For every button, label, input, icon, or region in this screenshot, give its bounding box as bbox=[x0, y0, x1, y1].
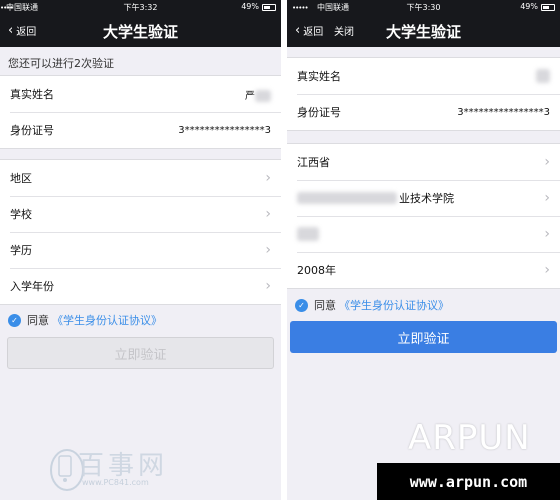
remaining-attempts-hint: 您还可以进行2次验证 bbox=[0, 47, 281, 75]
region-value: 江西省 bbox=[297, 156, 330, 169]
nav-bar: ‹ 返回 关闭 大学生验证 bbox=[287, 14, 560, 47]
degree-row[interactable]: › bbox=[287, 216, 560, 252]
status-bar: 中国联通 •••• 下午3:32 49% bbox=[0, 0, 281, 14]
chevron-right-icon: › bbox=[265, 242, 271, 258]
left-phone-screen: 中国联通 •••• 下午3:32 49% ‹ 返回 大学生验证 您还可以进行2次… bbox=[0, 0, 281, 500]
agree-label: 同意 bbox=[314, 299, 336, 312]
agreement-row: ✓ 同意 《学生身份认证协议》 bbox=[0, 305, 281, 335]
region-row[interactable]: 江西省 › bbox=[287, 144, 560, 180]
id-number-label: 身份证号 bbox=[10, 124, 54, 137]
region-label: 地区 bbox=[10, 172, 32, 185]
school-row[interactable]: 业技术学院 › bbox=[287, 180, 560, 216]
checkmark-icon[interactable]: ✓ bbox=[295, 298, 308, 312]
chevron-right-icon: › bbox=[544, 226, 550, 242]
enrollment-year-value: 2008年 bbox=[297, 264, 336, 277]
school-value: 业技术学院 bbox=[399, 192, 454, 205]
id-number-value: 3****************3 bbox=[178, 124, 271, 136]
education-group: 地区 › 学校 › 学历 › 入学年份 › bbox=[0, 159, 281, 305]
battery-icon bbox=[262, 4, 276, 11]
chevron-right-icon: › bbox=[544, 262, 550, 278]
page-title: 大学生验证 bbox=[102, 23, 178, 41]
name-label: 真实姓名 bbox=[297, 70, 341, 83]
battery-percent: 49% bbox=[241, 2, 259, 11]
agreement-link[interactable]: 《学生身份认证协议》 bbox=[339, 297, 449, 313]
redacted-text bbox=[297, 192, 397, 204]
name-row: 真实姓名 严 bbox=[0, 76, 281, 112]
name-label: 真实姓名 bbox=[10, 88, 54, 101]
chevron-right-icon: › bbox=[265, 278, 271, 294]
enrollment-year-row[interactable]: 2008年 › bbox=[287, 252, 560, 288]
enrollment-year-row[interactable]: 入学年份 › bbox=[0, 268, 281, 304]
name-value bbox=[536, 69, 550, 83]
nav-bar: ‹ 返回 大学生验证 bbox=[0, 14, 281, 47]
chevron-right-icon: › bbox=[544, 154, 550, 170]
arpun-watermark: ARPUN bbox=[408, 418, 531, 458]
school-label: 学校 bbox=[10, 208, 32, 221]
submit-button[interactable]: 立即验证 bbox=[290, 321, 557, 353]
name-value: 严 bbox=[245, 87, 271, 102]
id-number-label: 身份证号 bbox=[297, 106, 341, 119]
identity-group: 真实姓名 身份证号 3****************3 bbox=[287, 57, 560, 131]
submit-button[interactable]: 立即验证 bbox=[7, 337, 274, 369]
baishi-url: www.PC841.com bbox=[82, 478, 149, 487]
status-time: 下午3:32 bbox=[123, 3, 158, 12]
name-row: 真实姓名 bbox=[287, 58, 560, 94]
identity-group: 真实姓名 严 身份证号 3****************3 bbox=[0, 75, 281, 149]
id-number-value: 3****************3 bbox=[457, 106, 550, 118]
redacted-text bbox=[297, 227, 319, 241]
region-row[interactable]: 地区 › bbox=[0, 160, 281, 196]
degree-label: 学历 bbox=[10, 244, 32, 257]
enrollment-year-label: 入学年份 bbox=[10, 280, 54, 293]
chevron-right-icon: › bbox=[544, 190, 550, 206]
status-time: 下午3:30 bbox=[406, 3, 441, 12]
agreement-row: ✓ 同意 《学生身份认证协议》 bbox=[287, 289, 560, 321]
id-number-row: 身份证号 3****************3 bbox=[287, 94, 560, 130]
agree-label: 同意 bbox=[27, 314, 49, 327]
chevron-right-icon: › bbox=[265, 206, 271, 222]
page-title: 大学生验证 bbox=[385, 23, 461, 41]
agreement-link[interactable]: 《学生身份认证协议》 bbox=[52, 312, 162, 328]
battery-icon bbox=[541, 4, 555, 11]
checkmark-icon[interactable]: ✓ bbox=[8, 313, 21, 327]
battery-percent: 49% bbox=[520, 2, 538, 11]
id-number-row: 身份证号 3****************3 bbox=[0, 112, 281, 148]
arpun-url-banner: www.arpun.com bbox=[377, 463, 560, 500]
school-row[interactable]: 学校 › bbox=[0, 196, 281, 232]
status-bar: 中国联通 ••••• 下午3:30 49% bbox=[287, 0, 560, 14]
chevron-right-icon: › bbox=[265, 170, 271, 186]
baishi-logo-text: 百事网 bbox=[78, 451, 169, 481]
degree-row[interactable]: 学历 › bbox=[0, 232, 281, 268]
education-group: 江西省 › 业技术学院 › › 2008年 › bbox=[287, 143, 560, 289]
